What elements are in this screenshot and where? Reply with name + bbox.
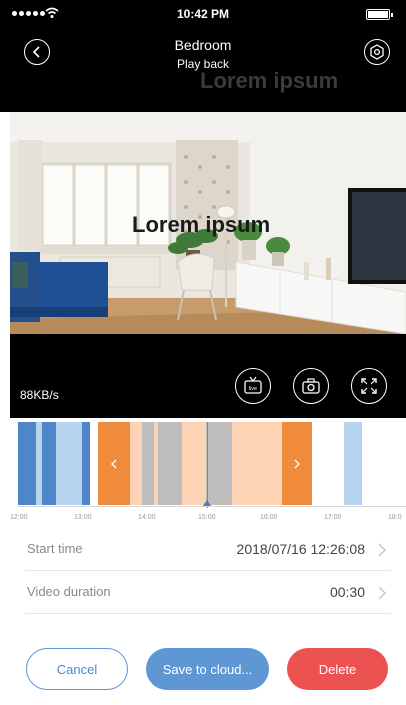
chevron-right-icon <box>294 459 300 468</box>
timeline-segment[interactable] <box>344 422 362 505</box>
video-duration-value: 00:30 <box>329 584 365 600</box>
timeline-segment[interactable] <box>142 422 154 505</box>
video-duration-label: Video duration <box>27 584 111 599</box>
timeline-segment[interactable] <box>232 422 282 505</box>
status-bar: 10:42 PM <box>0 0 406 28</box>
timeline-tick: 15:00 <box>198 514 216 521</box>
battery-icon <box>366 9 393 20</box>
start-time-value: 2018/07/16 12:26:08 <box>236 541 365 557</box>
timeline-tick: 18:0 <box>388 514 402 521</box>
overlay-text: Lorem ipsum <box>132 212 271 237</box>
gear-icon <box>370 44 384 60</box>
start-time-label: Start time <box>27 541 83 556</box>
timeline-tick: 13:00 <box>74 514 92 521</box>
camera-icon <box>302 378 320 394</box>
timeline-segment[interactable] <box>56 422 82 505</box>
nav-bar: Bedroom Play back Lorem ipsum <box>0 28 406 112</box>
status-clock: 10:42 PM <box>176 7 230 21</box>
live-icon: live <box>244 376 262 394</box>
chevron-right-icon[interactable] <box>377 543 387 557</box>
player-control-bar: 88KB/s live <box>10 334 406 418</box>
delete-button[interactable]: Delete <box>287 648 388 690</box>
live-button[interactable]: live <box>235 368 271 404</box>
timeline-tick: 12:00 <box>10 514 28 521</box>
timeline-segment[interactable] <box>82 422 90 505</box>
timeline-axis <box>18 506 406 507</box>
chevron-right-icon[interactable] <box>377 586 387 600</box>
timeline-tick: 16:00 <box>260 514 278 521</box>
timeline-tick: 14:00 <box>138 514 156 521</box>
timeline-tick: 17:00 <box>324 514 342 521</box>
recording-timeline[interactable]: 12:00 13:00 14:00 15:00 16:00 17:00 18:0 <box>10 418 406 528</box>
page-title: Bedroom <box>174 37 232 53</box>
timeline-segment[interactable] <box>18 422 36 505</box>
snapshot-button[interactable] <box>293 368 329 404</box>
video-player[interactable]: Lorem ipsum <box>10 112 406 334</box>
settings-button[interactable] <box>364 39 390 65</box>
timeline-segment[interactable] <box>208 422 232 505</box>
save-to-cloud-button[interactable]: Save to cloud... <box>146 648 269 690</box>
start-time-row[interactable]: Start time 2018/07/16 12:26:08 <box>25 529 391 571</box>
fullscreen-icon <box>361 378 377 394</box>
chevron-left-icon <box>111 459 117 468</box>
fullscreen-button[interactable] <box>351 368 387 404</box>
overlay-text: Lorem ipsum <box>200 68 339 93</box>
bitrate-readout: 88KB/s <box>20 388 59 402</box>
video-duration-row[interactable]: Video duration 00:30 <box>25 572 391 614</box>
timeline-next-button[interactable] <box>282 422 312 505</box>
timeline-segment[interactable] <box>42 422 56 505</box>
timeline-prev-button[interactable] <box>98 422 130 505</box>
timeline-segment[interactable] <box>130 422 142 505</box>
svg-text:live: live <box>249 386 257 392</box>
timeline-segment[interactable] <box>158 422 182 505</box>
timeline-playhead[interactable] <box>207 422 208 508</box>
timeline-segment[interactable] <box>182 422 206 505</box>
cancel-button[interactable]: Cancel <box>26 648 128 690</box>
